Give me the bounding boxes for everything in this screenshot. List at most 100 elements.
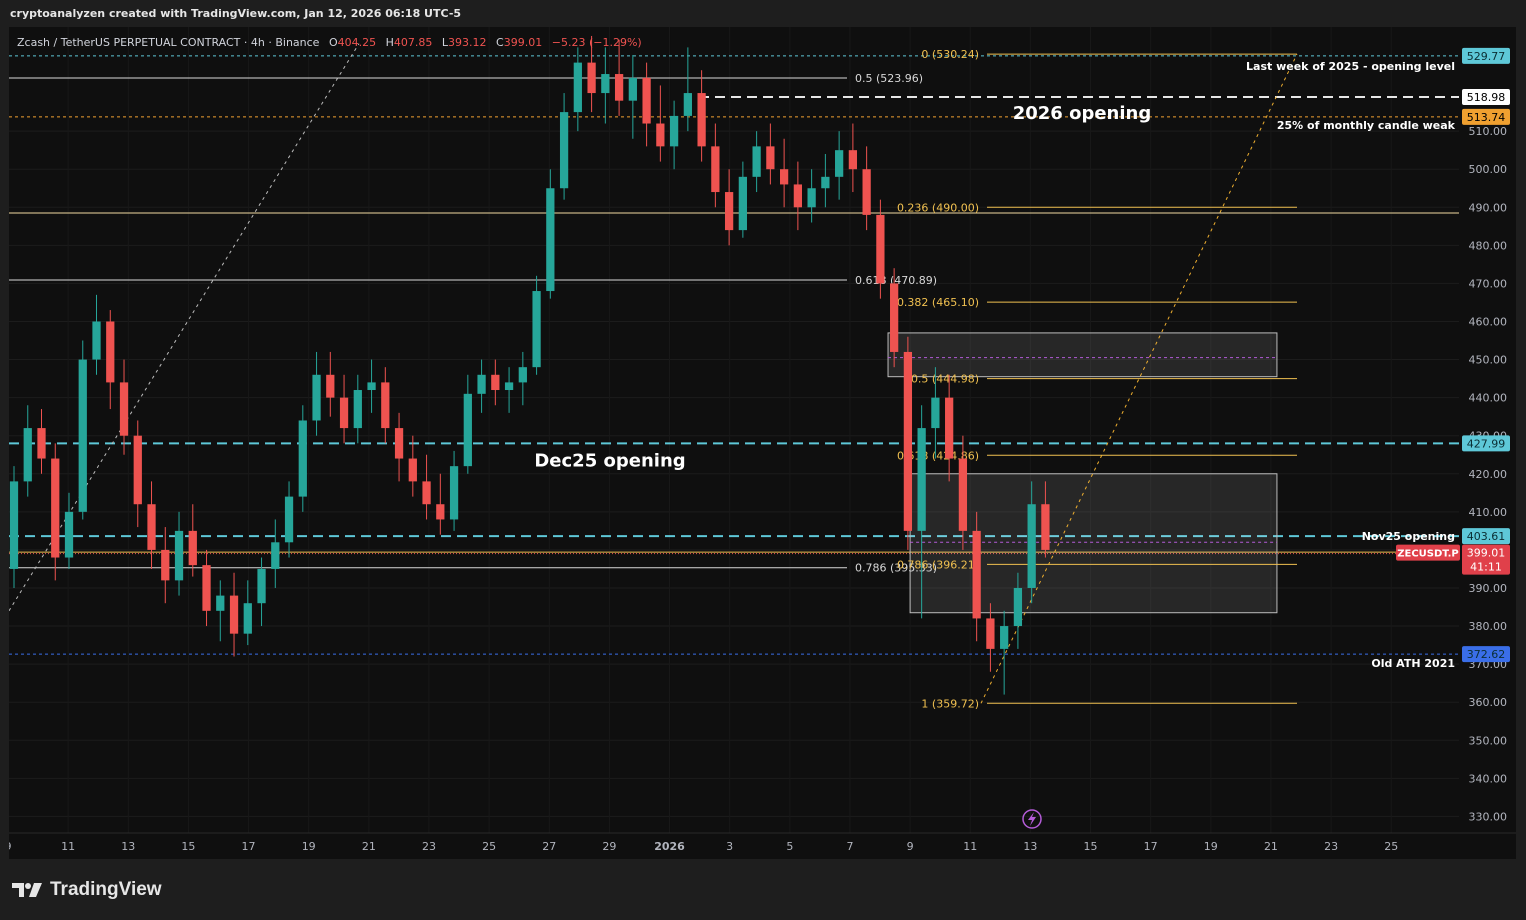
candle-down (724, 169, 734, 246)
candle-body (64, 511, 74, 558)
price-tag-label: 529.77 (1467, 50, 1506, 63)
y-tick-label: 380.00 (1469, 620, 1508, 633)
tradingview-logo[interactable]: TradingView (12, 878, 162, 902)
candle-body (724, 192, 734, 231)
candle-body (573, 62, 582, 113)
alert-bolt-icon[interactable] (1022, 809, 1042, 829)
legend-high: 407.85 (394, 36, 433, 49)
candle-down (326, 351, 335, 417)
y-tick-label: 420.00 (1469, 468, 1508, 481)
candle-up (573, 47, 582, 132)
price-tag-label: 513.74 (1467, 111, 1506, 124)
candle-body (587, 62, 596, 94)
candle-body (463, 393, 472, 467)
x-tick-label: 15 (1084, 840, 1098, 853)
candle-down (862, 146, 871, 231)
candle-countdown: 41:11 (1470, 561, 1502, 574)
candle-body (477, 374, 486, 394)
candle-body (903, 351, 913, 531)
legend-close: 399.01 (504, 36, 543, 49)
candle-up (271, 519, 280, 588)
level-label: 25% of monthly candle weak (1277, 119, 1456, 132)
level-label: 2026 opening (1013, 103, 1152, 124)
candle-body (491, 374, 500, 391)
candle-body (890, 283, 899, 352)
candle-down (394, 412, 404, 482)
candle-down (133, 420, 142, 528)
price-chart[interactable]: 0.5 (523.96)0.618 (470.89)0.786 (395.33)… (5, 27, 1516, 859)
price-tag-label: 403.61 (1467, 530, 1506, 543)
fib-new-label: 0.5 (444.98) (911, 373, 979, 386)
price-tag-label: 372.62 (1467, 648, 1506, 661)
level-label: Dec25 opening (534, 450, 685, 471)
candle-down (697, 70, 706, 162)
candle-body (284, 496, 294, 543)
candle-body (752, 146, 761, 177)
x-tick-label: 29 (602, 840, 616, 853)
candle-up (449, 450, 459, 531)
fib-new-label: 0.786 (396.21) (897, 558, 979, 571)
fib-new-label: 1 (359.72) (921, 697, 979, 710)
candle-body (298, 420, 307, 497)
x-tick-label: 25 (482, 840, 496, 853)
x-tick-label: 17 (1144, 840, 1158, 853)
candle-up (9, 466, 19, 588)
candle-up (821, 153, 830, 208)
symbol-legend: Zcash / TetherUS PERPETUAL CONTRACT · 4h… (17, 36, 642, 49)
candle-down (972, 511, 981, 642)
candle-body (1000, 626, 1009, 649)
tradingview-logo-icon (12, 883, 42, 897)
candle-up (477, 359, 486, 413)
candle-down (436, 473, 445, 535)
candle-body (546, 188, 555, 292)
candle-body (188, 530, 197, 566)
upper-zone (887, 332, 1278, 378)
candle-body (78, 359, 87, 512)
y-tick-label: 490.00 (1469, 201, 1508, 214)
candle-up (64, 492, 74, 569)
candle-down (614, 39, 624, 116)
candle-down (119, 359, 129, 455)
candle-down (339, 374, 349, 444)
candle-body (202, 565, 211, 611)
candle-up (628, 55, 637, 139)
y-tick-label: 360.00 (1469, 696, 1508, 709)
candle-body (669, 115, 679, 147)
candle-body (312, 374, 321, 421)
candle-body (793, 184, 803, 208)
candle-body (848, 150, 858, 170)
x-tick-label: 7 (846, 840, 853, 853)
y-tick-label: 390.00 (1469, 582, 1508, 595)
candle-body (642, 77, 651, 124)
candle-body (243, 603, 252, 634)
candle-down (779, 138, 789, 208)
candle-up (92, 294, 101, 375)
candle-body (1041, 504, 1050, 550)
price-tag-label: 518.98 (1467, 91, 1506, 104)
candle-body (422, 481, 431, 505)
candle-up (284, 481, 294, 558)
chart-frame[interactable]: 0.5 (523.96) 0.618 (470.89) 0.786 (395.33)… (5, 27, 1516, 859)
candle-down (711, 123, 720, 208)
level-label: Last week of 2025 - opening level (1246, 60, 1455, 73)
y-tick-label: 410.00 (1469, 506, 1508, 519)
candle-up (243, 580, 252, 646)
x-tick-label: 25 (1384, 840, 1398, 853)
x-tick-label: 23 (1324, 840, 1338, 853)
chart-header-title: cryptoanalyzen created with TradingView.… (10, 7, 462, 20)
y-tick-label: 470.00 (1469, 277, 1508, 290)
y-tick-label: 440.00 (1469, 392, 1508, 405)
candle-up (683, 47, 692, 132)
y-tick-label: 500.00 (1469, 163, 1508, 176)
fib-new-label: 0.382 (465.10) (897, 296, 979, 309)
tradingview-logo-text: TradingView (50, 879, 162, 900)
candle-body (986, 618, 995, 649)
candle-down (381, 367, 390, 444)
candle-body (532, 291, 541, 368)
y-tick-label: 480.00 (1469, 239, 1508, 252)
candle-body (216, 595, 225, 611)
candle-body (683, 93, 692, 116)
candle-body (436, 504, 445, 520)
x-tick-label: 23 (422, 840, 436, 853)
legend-symbol: Zcash / TetherUS PERPETUAL CONTRACT · 4h… (17, 36, 320, 49)
